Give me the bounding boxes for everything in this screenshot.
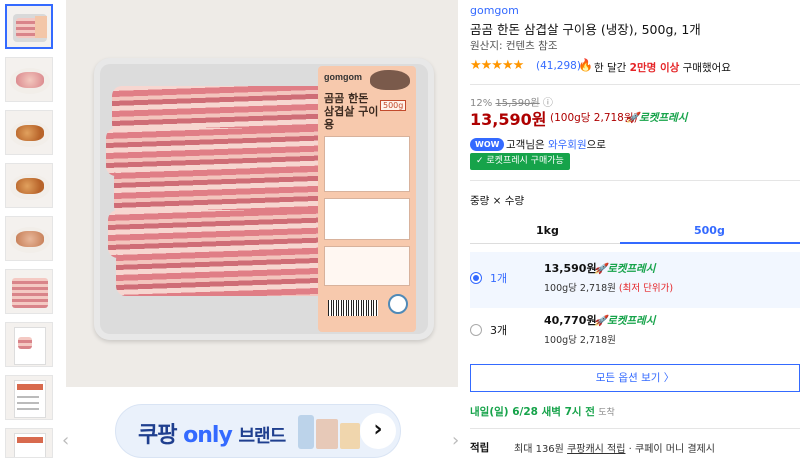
- points-info: 최대 136원 쿠팡캐시 적립 · 쿠페이 머니 결제시: [514, 444, 715, 455]
- divider: [470, 84, 800, 85]
- brand-link[interactable]: gomgom: [470, 4, 519, 17]
- label-info-box: [324, 136, 410, 192]
- unit-price: (100g당 2,718원): [550, 112, 638, 124]
- label-info-box: [324, 246, 410, 286]
- purchase-count-message: 한 달간 2만명 이상 구매했어요: [594, 62, 731, 74]
- main-product-image: gomgom 곰곰 한돈 삼겹살 구이용 500g: [66, 0, 458, 387]
- selected-tab-indicator: [620, 242, 800, 244]
- wow-badge: WOW: [470, 138, 505, 151]
- option-radio[interactable]: [470, 324, 482, 336]
- rating-stars-icon: ★★★★★: [470, 58, 524, 73]
- barcode-icon: [328, 300, 378, 316]
- thumbnail-7[interactable]: [5, 322, 53, 367]
- divider: [470, 428, 800, 429]
- sale-price: 13,590원: [470, 110, 547, 129]
- option-radio[interactable]: [470, 272, 482, 284]
- product-origin: 원산지: 컨텐츠 참조: [470, 40, 558, 52]
- delivery-estimate: 내일(일) 6/28 새벽 7시 전 도착: [470, 406, 615, 418]
- option-unit-price: 100g당 2,718원 (최저 단위가): [544, 283, 674, 294]
- thumbnail-list: [0, 0, 60, 461]
- review-count-link[interactable]: (41,298): [536, 60, 581, 72]
- option-label: 중량 × 수량: [470, 195, 525, 207]
- prev-image-arrow-icon[interactable]: ‹: [62, 430, 69, 451]
- package-weight: 500g: [380, 100, 407, 111]
- membership-text: 고객님은 와우회원으로: [506, 139, 606, 151]
- package-label: gomgom 곰곰 한돈 삼겹살 구이용 500g: [318, 66, 416, 332]
- tab-1kg[interactable]: 1kg: [536, 224, 559, 237]
- rocket-icon: 🚀: [594, 315, 608, 327]
- rocket-fresh-badge: 🚀로켓프레시: [594, 315, 656, 327]
- option-2[interactable]: 3개 40,770원 🚀로켓프레시 100g당 2,718원: [470, 304, 800, 360]
- thumbnail-6[interactable]: [5, 269, 53, 314]
- coupang-only-brand-banner[interactable]: 쿠팡 only 브랜드 ›: [115, 404, 401, 458]
- rocket-fresh-badge: 🚀로켓프레시: [594, 263, 656, 275]
- label-info-box: [324, 198, 410, 240]
- divider: [470, 180, 800, 181]
- view-all-options-button[interactable]: 모든 옵션 보기 〉: [470, 364, 800, 392]
- option-price: 13,590원: [544, 262, 597, 275]
- fire-icon: 🔥: [578, 58, 593, 72]
- thumbnail-1[interactable]: [5, 4, 53, 49]
- option-price: 40,770원: [544, 314, 597, 327]
- thumbnail-2[interactable]: [5, 57, 53, 102]
- thumbnail-8[interactable]: [5, 375, 53, 420]
- option-quantity: 1개: [490, 272, 508, 285]
- thumbnail-4[interactable]: [5, 163, 53, 208]
- option-unit-price: 100g당 2,718원: [544, 335, 616, 346]
- option-1[interactable]: 1개 13,590원 🚀로켓프레시 100g당 2,718원 (최저 단위가): [470, 252, 800, 308]
- thumbnail-9[interactable]: [5, 428, 53, 458]
- product-info-panel: gomgom 곰곰 한돈 삼겹살 구이용 (냉장), 500g, 1개 원산지:…: [470, 0, 800, 461]
- banner-text: 쿠팡 only 브랜드: [138, 423, 286, 448]
- thumbnail-3[interactable]: [5, 110, 53, 155]
- pig-icon: [370, 70, 410, 90]
- package-brand: gomgom: [324, 72, 362, 82]
- rocket-icon: 🚀: [626, 112, 640, 124]
- tab-500g[interactable]: 500g: [694, 224, 725, 237]
- thumbnail-5[interactable]: [5, 216, 53, 261]
- weight-tabs: 1kg 500g: [470, 216, 800, 244]
- banner-arrow-icon[interactable]: ›: [360, 413, 396, 449]
- option-quantity: 3개: [490, 324, 508, 337]
- rocket-icon: 🚀: [594, 263, 608, 275]
- rocket-fresh-badge: 🚀로켓프레시: [626, 112, 688, 124]
- rocket-fresh-available-badge: ✓ 로켓프레시 구매가능: [470, 153, 570, 170]
- package-title: 곰곰 한돈 삼겹살 구이용: [324, 92, 379, 131]
- points-label: 적립: [470, 442, 490, 454]
- haccp-mark-icon: [388, 294, 408, 314]
- banner-product-image: [340, 423, 360, 449]
- next-image-arrow-icon[interactable]: ›: [452, 430, 459, 451]
- banner-product-image: [316, 419, 338, 449]
- product-title: 곰곰 한돈 삼겹살 구이용 (냉장), 500g, 1개: [470, 22, 701, 37]
- banner-product-image: [298, 415, 314, 449]
- coupang-cash-link[interactable]: 쿠팡캐시 적립: [567, 444, 625, 455]
